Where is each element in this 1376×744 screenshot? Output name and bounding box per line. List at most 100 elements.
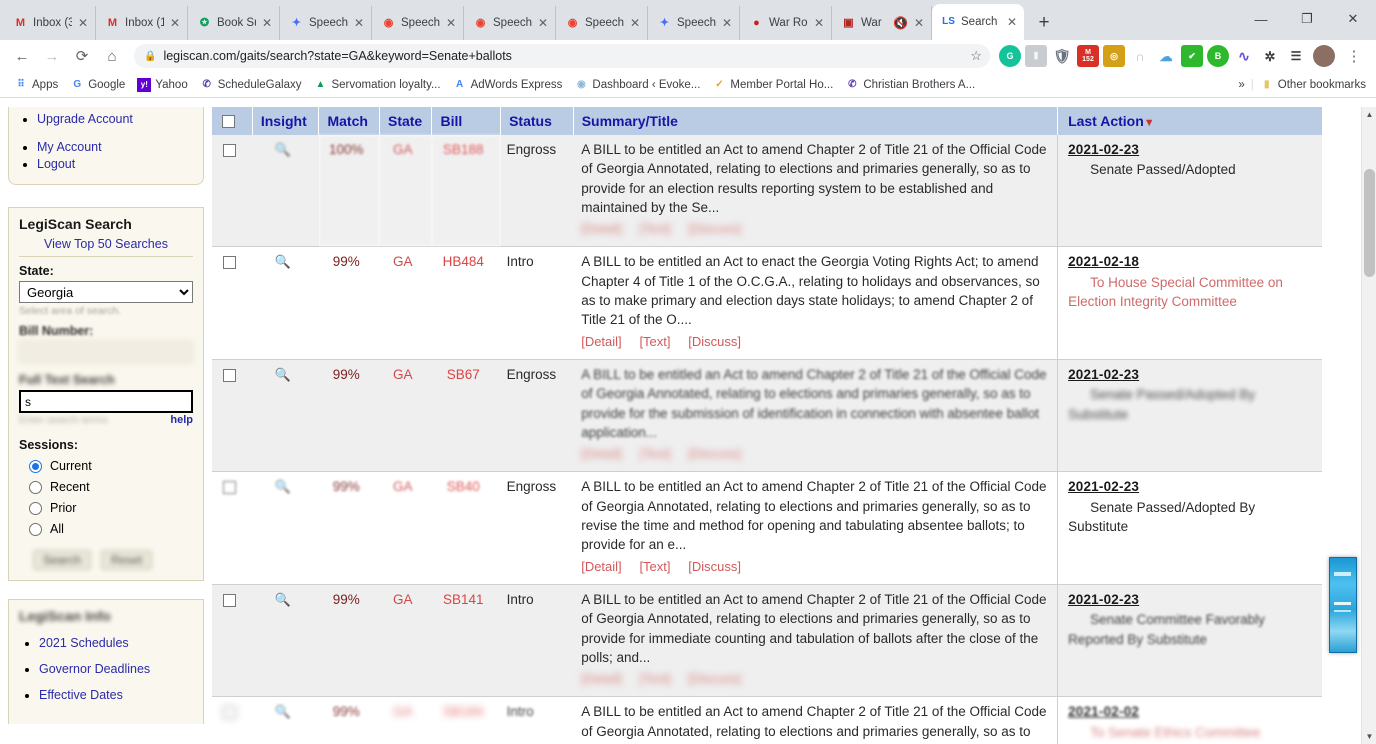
sort-descending-icon[interactable]: ▼ — [1144, 117, 1155, 129]
speechify-floating-widget[interactable] — [1329, 557, 1357, 653]
bookmarks-overflow-button[interactable]: » — [1232, 79, 1250, 91]
row-checkbox[interactable] — [222, 593, 236, 607]
my-account-link[interactable]: My Account — [37, 140, 102, 154]
detail-link[interactable]: [Detail] — [581, 221, 621, 236]
bill-cell[interactable]: SB67 — [431, 359, 501, 473]
checker-extension-icon[interactable]: ◎ — [1103, 45, 1125, 67]
close-icon[interactable]: ✕ — [353, 16, 365, 30]
governor-deadlines-link[interactable]: Governor Deadlines — [39, 662, 150, 676]
tab-search-results[interactable]: LS Search R ✕ — [932, 4, 1024, 40]
new-tab-button[interactable]: + — [1030, 9, 1058, 37]
scroll-down-arrow-icon[interactable]: ▼ — [1362, 729, 1376, 744]
text-link[interactable]: [Text] — [639, 559, 670, 574]
list-item[interactable]: My Account — [37, 140, 195, 154]
text-link[interactable]: [Text] — [639, 671, 670, 686]
session-option-all[interactable]: All — [29, 522, 193, 536]
tab-speechify-1[interactable]: ✦ Speechif ✕ — [280, 6, 372, 40]
list-item[interactable]: 2021 Schedules — [39, 636, 193, 650]
text-link[interactable]: [Text] — [639, 446, 670, 461]
reading-list-extension-icon[interactable]: ☰ — [1285, 45, 1307, 67]
bookmark-schedulegalaxy[interactable]: ✆ ScheduleGalaxy — [194, 78, 308, 92]
table-row[interactable]: 🔍 99% GA SB40 Engross A BILL to be entit… — [212, 471, 1322, 585]
maximize-button[interactable]: ❐ — [1284, 0, 1330, 38]
bill-cell[interactable]: SB188 — [431, 135, 501, 248]
column-header-bill[interactable]: Bill — [431, 107, 502, 135]
radio-icon[interactable] — [29, 480, 42, 494]
bookmark-member-portal[interactable]: ✓ Member Portal Ho... — [706, 78, 839, 92]
bill-cell[interactable]: SB184 — [431, 696, 501, 744]
tab-war-room[interactable]: ● War Roo ✕ — [740, 6, 832, 40]
row-select-cell[interactable] — [212, 246, 253, 360]
bookmark-star-icon[interactable]: ☆ — [970, 48, 982, 64]
table-row[interactable]: 🔍 99% GA SB184 Intro A BILL to be entitl… — [212, 696, 1322, 744]
cloud-extension-icon[interactable]: ☁ — [1155, 45, 1177, 67]
row-select-cell[interactable] — [212, 584, 253, 698]
insight-cell[interactable]: 🔍 — [252, 359, 319, 473]
discuss-link[interactable]: [Discuss] — [688, 671, 741, 686]
row-checkbox[interactable] — [222, 368, 236, 382]
bookmark-yahoo[interactable]: y! Yahoo — [131, 77, 193, 92]
radio-icon[interactable] — [29, 459, 42, 473]
session-option-recent[interactable]: Recent — [29, 480, 193, 494]
bookmark-adwords-express[interactable]: A AdWords Express — [447, 78, 569, 92]
logout-link[interactable]: Logout — [37, 157, 75, 171]
close-icon[interactable]: ✕ — [721, 16, 733, 30]
list-item[interactable]: Upgrade Account — [37, 112, 195, 126]
detail-link[interactable]: [Detail] — [581, 446, 621, 461]
list-item[interactable]: Governor Deadlines — [39, 662, 193, 676]
column-header-summary-title[interactable]: Summary/Title — [573, 107, 1059, 135]
tab-speechify-4[interactable]: ◉ Speechif ✕ — [556, 6, 648, 40]
bookmark-apps[interactable]: ⠿ Apps — [8, 78, 64, 92]
select-all-header[interactable] — [212, 107, 253, 135]
full-text-search-input[interactable] — [19, 390, 193, 413]
bill-link[interactable]: SB40 — [447, 479, 480, 494]
close-icon[interactable]: ✕ — [169, 16, 181, 30]
view-top-50-searches-link[interactable]: View Top 50 Searches — [44, 237, 168, 251]
grammarly-extension-icon[interactable]: G — [999, 45, 1021, 67]
bill-cell[interactable]: SB141 — [431, 584, 501, 698]
address-bar[interactable]: 🔒 legiscan.com/gaits/search?state=GA&key… — [134, 44, 990, 68]
reload-icon[interactable]: ⟳ — [68, 42, 96, 70]
effective-dates-link[interactable]: Effective Dates — [39, 688, 123, 702]
detail-link[interactable]: [Detail] — [581, 559, 621, 574]
table-row[interactable]: 🔍 99% GA HB484 Intro A BILL to be entitl… — [212, 246, 1322, 360]
scrollbar-thumb[interactable] — [1364, 169, 1375, 277]
insight-cell[interactable]: 🔍 — [252, 471, 319, 585]
magnifier-icon[interactable]: 🔍 — [275, 592, 291, 607]
tab-speechify-3[interactable]: ◉ Speechif ✕ — [464, 6, 556, 40]
honey-extension-icon[interactable]: ⦀ — [1025, 45, 1047, 67]
bill-link[interactable]: SB184 — [443, 704, 484, 719]
close-icon[interactable]: ✕ — [1006, 15, 1018, 29]
close-icon[interactable]: ✕ — [629, 16, 641, 30]
column-header-insight[interactable]: Insight — [252, 107, 320, 135]
tab-speechify-2[interactable]: ◉ Speechif ✕ — [372, 6, 464, 40]
speaker-mute-icon[interactable]: 🔇 — [893, 16, 908, 30]
detail-link[interactable]: [Detail] — [581, 334, 621, 349]
tab-inbox-15[interactable]: M Inbox (15 ✕ — [96, 6, 188, 40]
headphones-extension-icon[interactable]: ∩ — [1129, 45, 1151, 67]
row-select-cell[interactable] — [212, 359, 253, 473]
pulse-extension-icon[interactable]: ∿ — [1233, 45, 1255, 67]
close-icon[interactable]: ✕ — [261, 16, 273, 30]
bill-number-input[interactable] — [19, 341, 193, 363]
help-link[interactable]: help — [170, 414, 193, 426]
discuss-link[interactable]: [Discuss] — [688, 334, 741, 349]
discuss-link[interactable]: [Discuss] — [688, 446, 741, 461]
bookmark-dashboard-evoke[interactable]: ◉ Dashboard ‹ Evoke... — [568, 78, 706, 92]
table-row[interactable]: 🔍 99% GA SB141 Intro A BILL to be entitl… — [212, 584, 1322, 698]
gmail-checker-extension-icon[interactable]: M 152 — [1077, 45, 1099, 67]
magnifier-icon[interactable]: 🔍 — [275, 367, 291, 382]
column-header-status[interactable]: Status — [500, 107, 574, 135]
page-scrollbar[interactable]: ▲ ▼ — [1361, 107, 1376, 744]
chrome-menu-icon[interactable]: ⋮ — [1340, 42, 1368, 70]
other-bookmarks-folder[interactable]: ▮ Other bookmarks — [1254, 78, 1372, 92]
forward-icon[interactable]: → — [38, 42, 66, 70]
text-link[interactable]: [Text] — [639, 334, 670, 349]
minimize-button[interactable]: — — [1238, 0, 1284, 38]
scroll-up-arrow-icon[interactable]: ▲ — [1362, 107, 1376, 122]
radio-icon[interactable] — [29, 501, 42, 515]
close-icon[interactable]: ✕ — [445, 16, 457, 30]
avatar[interactable] — [1313, 45, 1335, 67]
row-select-cell[interactable] — [212, 696, 253, 744]
close-window-button[interactable]: ✕ — [1330, 0, 1376, 38]
